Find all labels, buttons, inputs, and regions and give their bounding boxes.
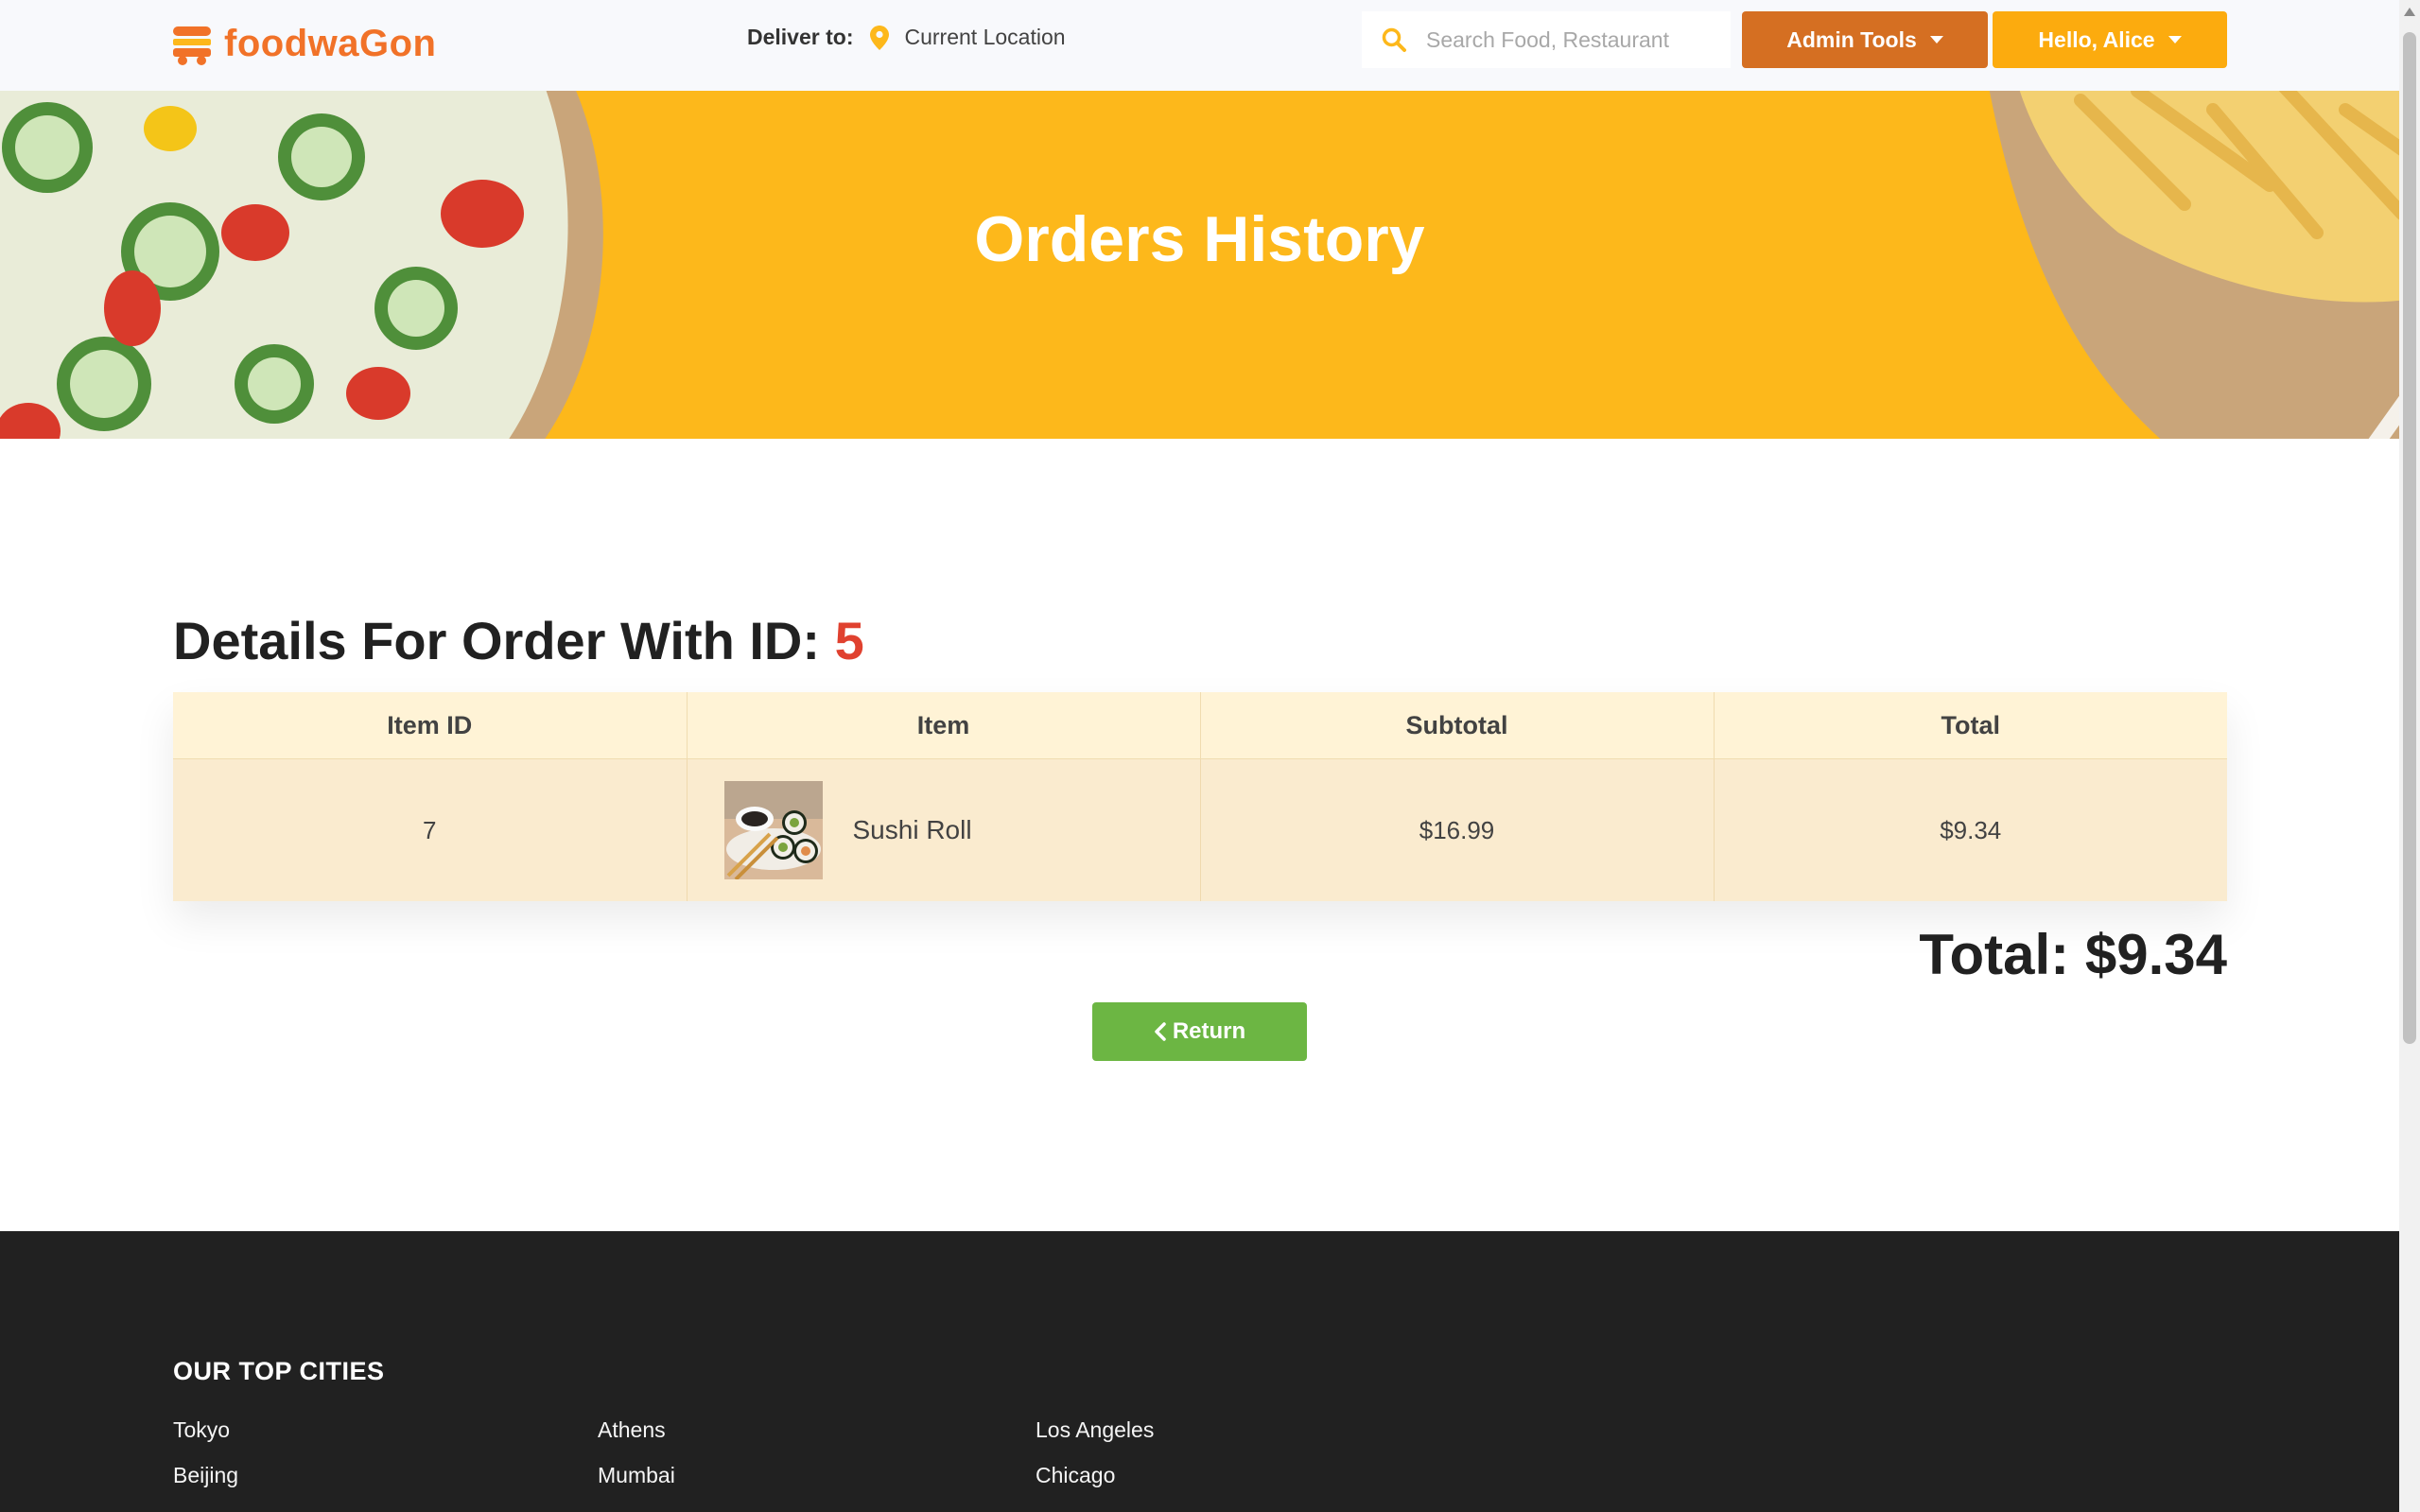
deliver-label: Deliver to: — [747, 25, 854, 49]
brand-name: foodwaGon — [224, 22, 437, 64]
return-button-label: Return — [1172, 1018, 1246, 1044]
column-header-subtotal: Subtotal — [1200, 692, 1715, 759]
order-heading-prefix: Details For Order With ID: — [173, 611, 821, 670]
search-input[interactable] — [1424, 26, 1731, 54]
grand-total-value: $9.34 — [2084, 923, 2227, 986]
subtotal-cell: $16.99 — [1200, 758, 1715, 901]
item-id-cell: 7 — [173, 758, 688, 901]
map-pin-icon — [870, 25, 890, 50]
deliver-location: Current Location — [904, 25, 1066, 49]
order-id: 5 — [834, 611, 864, 670]
user-menu-dropdown-button[interactable]: Hello, Alice — [1993, 11, 2227, 68]
user-greeting-label: Hello, Alice — [2038, 26, 2155, 52]
table-row: 7 Sushi Roll $16.99 $9.34 — [173, 758, 2227, 901]
city-link-beijing[interactable]: Beijing — [173, 1463, 238, 1488]
hero-title: Orders History — [974, 203, 1425, 275]
page-scrollbar[interactable] — [2399, 0, 2420, 1512]
navbar: foodwaGon Deliver to: Current Location A… — [0, 0, 2399, 91]
city-link-tokyo[interactable]: Tokyo — [173, 1417, 230, 1443]
grand-total-label: Total: — [1919, 923, 2070, 986]
food-truck-icon — [173, 26, 211, 65]
order-details-heading: Details For Order With ID: 5 — [173, 610, 864, 671]
item-name: Sushi Roll — [852, 815, 972, 844]
deliver-to[interactable]: Deliver to: Current Location — [747, 25, 1066, 50]
sushi-roll-image — [723, 781, 823, 879]
city-link-chicago[interactable]: Chicago — [1036, 1463, 1115, 1488]
caret-down-icon — [2168, 36, 2182, 43]
chevron-left-icon — [1155, 1022, 1166, 1041]
footer: OUR TOP CITIES Tokyo Athens Los Angeles … — [0, 1231, 2399, 1512]
column-header-total: Total — [1714, 692, 2227, 759]
scrollbar-thumb[interactable] — [2403, 32, 2416, 1044]
caret-down-icon — [1929, 36, 1943, 43]
hero-banner: Orders History — [0, 91, 2399, 439]
table-header-row: Item ID Item Subtotal Total — [173, 692, 2227, 759]
city-link-mumbai[interactable]: Mumbai — [598, 1463, 675, 1488]
total-cell: $9.34 — [1714, 758, 2227, 901]
city-link-los-angeles[interactable]: Los Angeles — [1036, 1417, 1154, 1443]
city-link-athens[interactable]: Athens — [598, 1417, 666, 1443]
search-box — [1362, 11, 1731, 68]
column-header-item: Item — [687, 692, 1201, 759]
admin-tools-label: Admin Tools — [1786, 26, 1917, 52]
return-button[interactable]: Return — [1092, 1002, 1307, 1061]
order-items-table: Item ID Item Subtotal Total 7 Sushi Roll… — [173, 692, 2227, 901]
scroll-up-arrow-icon[interactable] — [2404, 8, 2415, 16]
admin-tools-dropdown-button[interactable]: Admin Tools — [1742, 11, 1988, 68]
grand-total: Total: $9.34 — [1919, 922, 2227, 987]
search-icon[interactable] — [1381, 26, 1407, 53]
brand-logo-link[interactable]: foodwaGon — [171, 21, 436, 66]
item-cell: Sushi Roll — [687, 758, 1201, 901]
footer-top-cities-title: OUR TOP CITIES — [173, 1357, 385, 1385]
column-header-item-id: Item ID — [173, 692, 688, 759]
